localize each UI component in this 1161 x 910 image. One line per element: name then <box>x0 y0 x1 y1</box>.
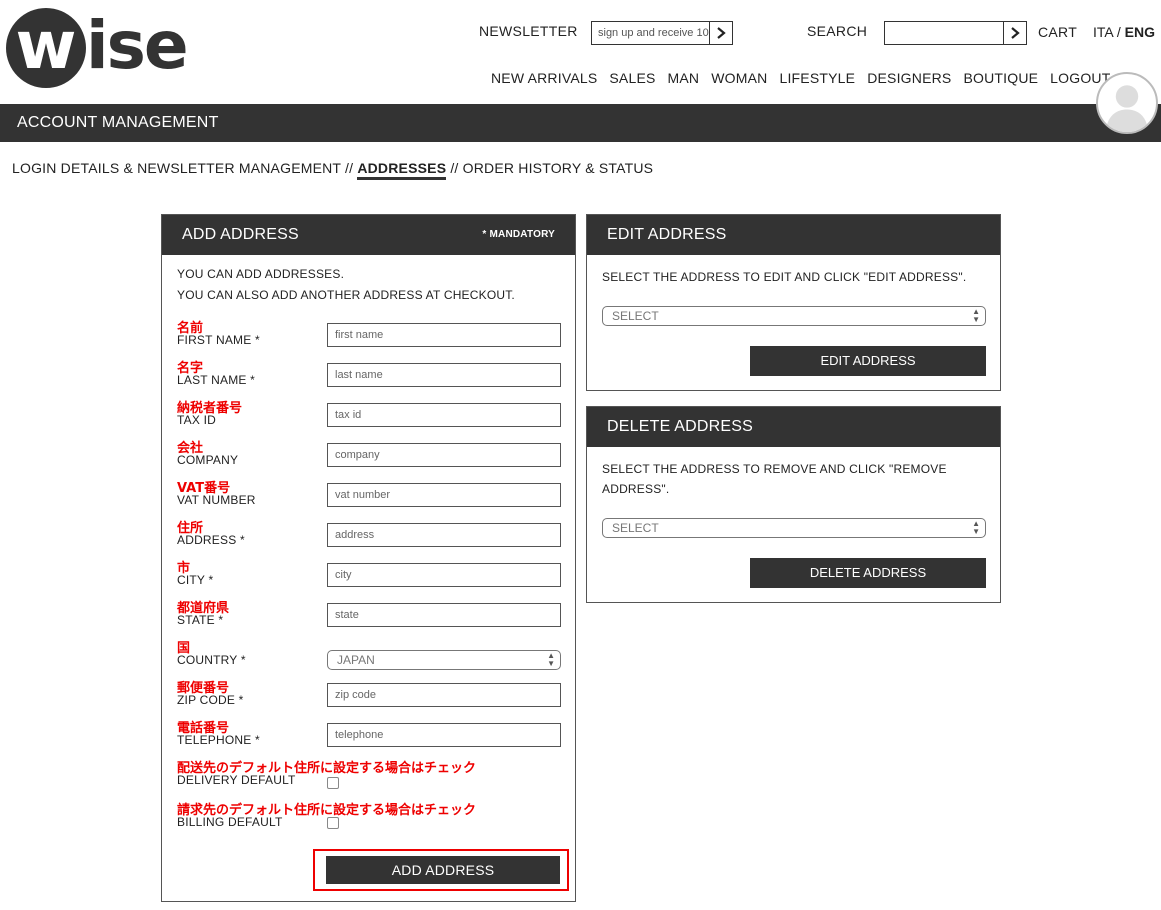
site-logo[interactable]: w ise <box>6 7 189 88</box>
add-intro-line-1: YOU CAN ADD ADDRESSES. <box>177 267 345 281</box>
newsletter-input[interactable]: sign up and receive 10 <box>591 21 709 45</box>
nav-man[interactable]: MAN <box>668 70 700 86</box>
company-input[interactable]: company <box>327 443 561 467</box>
lang-eng-link[interactable]: ENG <box>1125 24 1155 40</box>
city-row: 市 CITY * city <box>177 557 562 597</box>
telephone-row: 電話番号 TELEPHONE * telephone <box>177 717 562 757</box>
lang-ita-link[interactable]: ITA <box>1093 24 1113 40</box>
nav-designers[interactable]: DESIGNERS <box>867 70 951 86</box>
country-row: 国 COUNTRY * JAPAN ▲ ▼ <box>177 637 562 677</box>
add-address-panel: ADD ADDRESS * MANDATORY YOU CAN ADD ADDR… <box>161 214 576 902</box>
address-label: ADDRESS * <box>177 533 245 547</box>
country-label: COUNTRY * <box>177 653 246 667</box>
edit-address-title: EDIT ADDRESS <box>607 226 727 243</box>
telephone-label: TELEPHONE * <box>177 733 260 747</box>
select-arrows-icon: ▲ ▼ <box>972 519 980 536</box>
search-label: SEARCH <box>807 23 868 39</box>
add-intro-line-2: YOU CAN ALSO ADD ANOTHER ADDRESS AT CHEC… <box>177 288 515 302</box>
cart-link[interactable]: CART <box>1038 24 1077 40</box>
nav-woman[interactable]: WOMAN <box>711 70 767 86</box>
delivery-default-label: DELIVERY DEFAULT <box>177 773 296 787</box>
account-title: ACCOUNT MANAGEMENT <box>17 114 219 131</box>
delete-address-panel: DELETE ADDRESS SELECT THE ADDRESS TO REM… <box>586 406 1001 603</box>
add-address-header: ADD ADDRESS * MANDATORY <box>162 215 575 255</box>
first-name-row: 名前 FIRST NAME * first name <box>177 317 562 357</box>
delete-select-value: SELECT <box>612 521 659 535</box>
account-management-bar: ACCOUNT MANAGEMENT <box>0 104 1161 142</box>
search-input[interactable] <box>884 21 1004 45</box>
account-subnav: LOGIN DETAILS & NEWSLETTER MANAGEMENT //… <box>12 160 654 180</box>
telephone-input[interactable]: telephone <box>327 723 561 747</box>
zip-code-input[interactable]: zip code <box>327 683 561 707</box>
state-input[interactable]: state <box>327 603 561 627</box>
delete-address-title: DELETE ADDRESS <box>607 418 753 435</box>
zip-code-label: ZIP CODE * <box>177 693 244 707</box>
lang-separator: / <box>1116 24 1121 40</box>
nav-new-arrivals[interactable]: NEW ARRIVALS <box>491 70 597 86</box>
user-avatar[interactable] <box>1096 72 1158 134</box>
select-arrows-icon: ▲ ▼ <box>972 307 980 324</box>
add-address-button[interactable]: ADD ADDRESS <box>326 856 560 884</box>
subnav-order-history[interactable]: ORDER HISTORY & STATUS <box>463 160 654 176</box>
subnav-separator: // <box>450 160 459 176</box>
subnav-separator: // <box>345 160 354 176</box>
billing-default-checkbox[interactable] <box>327 817 339 829</box>
edit-address-select[interactable]: SELECT ▲ ▼ <box>602 306 986 326</box>
newsletter-submit-button[interactable] <box>709 21 733 45</box>
chevron-right-icon <box>717 27 726 39</box>
edit-address-header: EDIT ADDRESS <box>587 215 1000 255</box>
state-label: STATE * <box>177 613 224 627</box>
newsletter-label: NEWSLETTER <box>479 23 578 39</box>
subnav-login-details[interactable]: LOGIN DETAILS & NEWSLETTER MANAGEMENT <box>12 160 341 176</box>
add-address-title: ADD ADDRESS <box>182 226 299 243</box>
vat-number-row: VAT番号 VAT NUMBER vat number <box>177 477 562 517</box>
last-name-row: 名字 LAST NAME * last name <box>177 357 562 397</box>
mandatory-note: * MANDATORY <box>482 229 555 240</box>
logo-letter: w <box>15 7 77 84</box>
nav-boutique[interactable]: BOUTIQUE <box>963 70 1038 86</box>
nav-sales[interactable]: SALES <box>609 70 655 86</box>
tax-id-row: 納税者番号 TAX ID tax id <box>177 397 562 437</box>
delete-address-button[interactable]: DELETE ADDRESS <box>750 558 986 588</box>
address-input[interactable]: address <box>327 523 561 547</box>
country-select-value: JAPAN <box>337 653 375 667</box>
delete-address-select[interactable]: SELECT ▲ ▼ <box>602 518 986 538</box>
user-icon <box>1105 85 1149 132</box>
country-select[interactable]: JAPAN ▲ ▼ <box>327 650 561 670</box>
delete-address-instructions: SELECT THE ADDRESS TO REMOVE AND CLICK "… <box>602 462 947 496</box>
main-nav: NEW ARRIVALS SALES MAN WOMAN LIFESTYLE D… <box>491 70 1123 86</box>
vat-number-label: VAT NUMBER <box>177 493 256 507</box>
billing-default-label: BILLING DEFAULT <box>177 815 283 829</box>
company-row: 会社 COMPANY company <box>177 437 562 477</box>
edit-select-value: SELECT <box>612 309 659 323</box>
zip-code-row: 郵便番号 ZIP CODE * zip code <box>177 677 562 717</box>
add-address-highlight: ADD ADDRESS <box>313 849 569 891</box>
delivery-default-row: 配送先のデフォルト住所に設定する場合はチェック DELIVERY DEFAULT <box>177 757 562 797</box>
last-name-input[interactable]: last name <box>327 363 561 387</box>
edit-address-instructions: SELECT THE ADDRESS TO EDIT AND CLICK "ED… <box>602 270 967 284</box>
company-label: COMPANY <box>177 453 239 467</box>
logo-text: ise <box>86 7 189 84</box>
city-input[interactable]: city <box>327 563 561 587</box>
chevron-right-icon <box>1011 27 1020 39</box>
select-arrows-icon: ▲ ▼ <box>547 651 555 668</box>
edit-address-button[interactable]: EDIT ADDRESS <box>750 346 986 376</box>
vat-number-input[interactable]: vat number <box>327 483 561 507</box>
first-name-label: FIRST NAME * <box>177 333 260 347</box>
last-name-label: LAST NAME * <box>177 373 256 387</box>
nav-lifestyle[interactable]: LIFESTYLE <box>779 70 855 86</box>
delivery-default-checkbox[interactable] <box>327 777 339 789</box>
search-submit-button[interactable] <box>1003 21 1027 45</box>
subnav-addresses[interactable]: ADDRESSES <box>357 160 447 180</box>
city-label: CITY * <box>177 573 214 587</box>
first-name-input[interactable]: first name <box>327 323 561 347</box>
delete-address-header: DELETE ADDRESS <box>587 407 1000 447</box>
tax-id-label: TAX ID <box>177 413 216 427</box>
billing-default-row: 請求先のデフォルト住所に設定する場合はチェック BILLING DEFAULT <box>177 799 562 839</box>
tax-id-input[interactable]: tax id <box>327 403 561 427</box>
edit-address-panel: EDIT ADDRESS SELECT THE ADDRESS TO EDIT … <box>586 214 1001 391</box>
address-row: 住所 ADDRESS * address <box>177 517 562 557</box>
language-switcher: ITA / ENG <box>1093 24 1155 40</box>
state-row: 都道府県 STATE * state <box>177 597 562 637</box>
